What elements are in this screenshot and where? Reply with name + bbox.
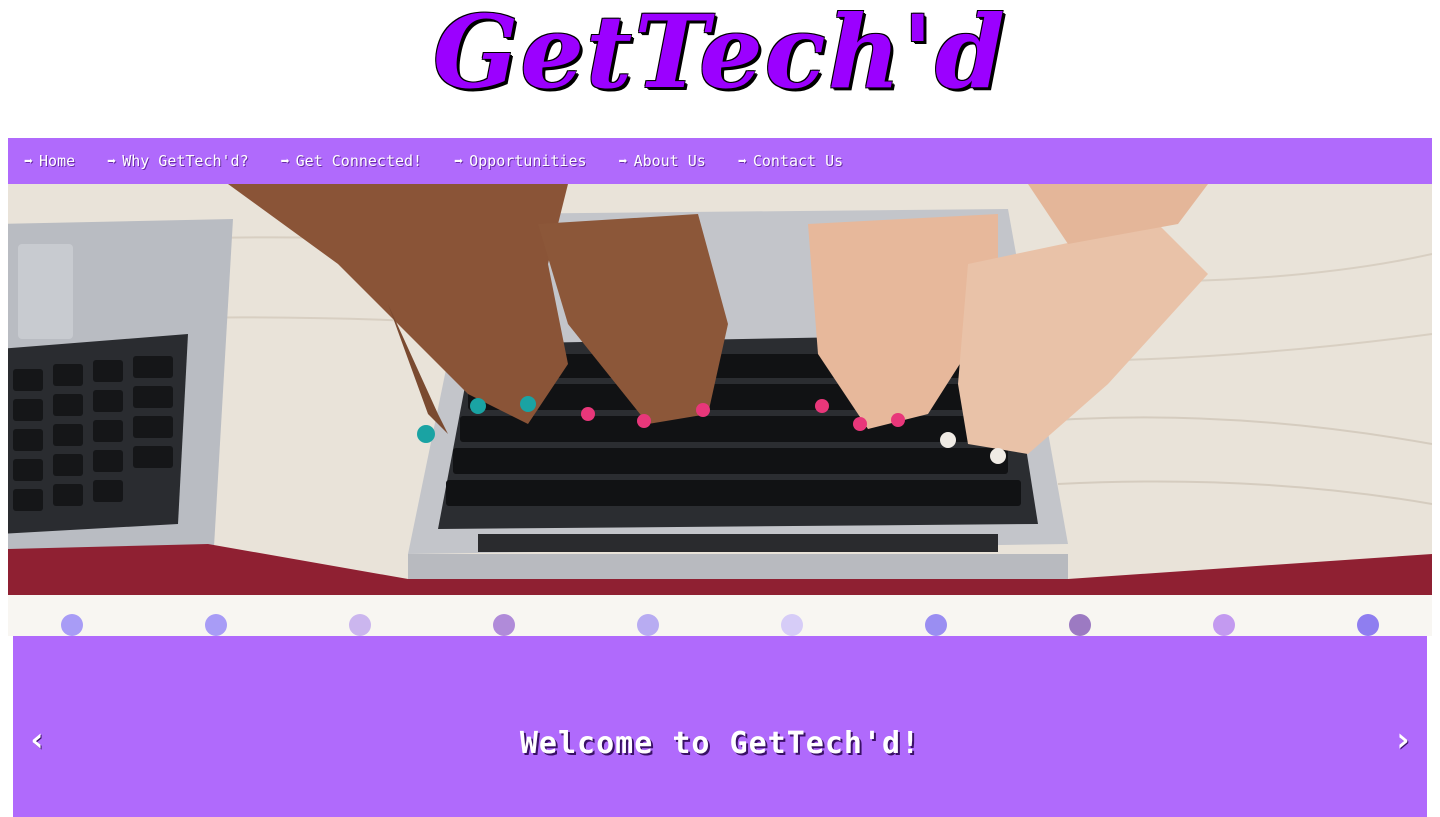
carousel-indicator-2[interactable] [205,614,227,636]
nav-connected-label: Get Connected! [295,152,423,170]
arrow-right-icon: ➡ [737,152,747,170]
carousel-indicator-1[interactable] [61,614,83,636]
nav-home[interactable]: ➡ Home [24,152,75,170]
left-laptop [8,219,233,579]
carousel-indicator-10[interactable] [1357,614,1379,636]
welcome-slide: ‹ Welcome to GetTech'd! › [13,636,1427,817]
nav-opportunities[interactable]: ➡ Opportunities [454,152,586,170]
carousel-indicator-6[interactable] [781,614,803,636]
arrow-right-icon: ➡ [618,152,628,170]
carousel-indicator-8[interactable] [1069,614,1091,636]
nav-opportunities-label: Opportunities [469,152,587,170]
main-nav: ➡ Home ➡ Why GetTech'd? ➡ Get Connected! ➡ O… [8,138,1432,184]
welcome-heading: Welcome to GetTech'd! [519,726,921,761]
nav-home-label: Home [39,152,76,170]
arrow-right-icon: ➡ [24,152,34,170]
carousel-indicator-9[interactable] [1213,614,1235,636]
nav-get-connected[interactable]: ➡ Get Connected! [281,152,422,170]
carousel-indicator-4[interactable] [493,614,515,636]
arrow-right-icon: ➡ [107,152,117,170]
logo-header: GetTech'd [0,0,1440,138]
carousel-indicators [8,595,1432,636]
carousel-next-icon[interactable]: › [1393,720,1413,760]
carousel-indicator-7[interactable] [925,614,947,636]
hero-image [8,184,1432,595]
arrow-right-icon: ➡ [280,152,290,170]
nav-contact-label: Contact Us [752,152,844,170]
carousel-indicator-3[interactable] [349,614,371,636]
carousel-indicator-5[interactable] [637,614,659,636]
nav-about-label: About Us [633,152,706,170]
nav-why-label: Why GetTech'd? [122,152,249,170]
site-logo[interactable]: GetTech'd [433,2,1007,102]
nav-contact-us[interactable]: ➡ Contact Us [738,152,843,170]
nav-about-us[interactable]: ➡ About Us [619,152,706,170]
hands-typing-illustration [8,184,1432,595]
nav-why-gettechd[interactable]: ➡ Why GetTech'd? [107,152,248,170]
arrow-right-icon: ➡ [454,152,464,170]
